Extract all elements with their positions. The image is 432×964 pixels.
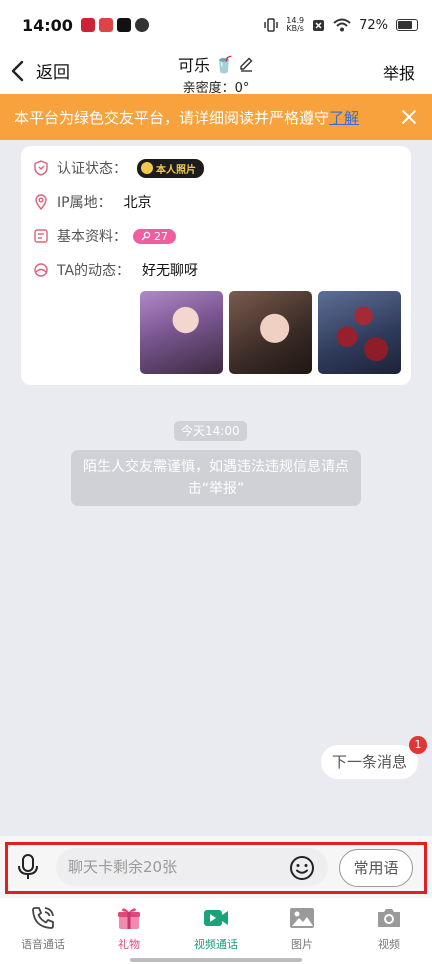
- report-button[interactable]: 举报: [383, 60, 415, 84]
- notice-text: 本平台为绿色交友平台，请详细阅读并严格遵守: [14, 108, 330, 127]
- auth-row: 认证状态： 本人照片: [33, 158, 204, 178]
- notice-banner: 本平台为绿色交友平台，请详细阅读并严格遵守 了解: [0, 94, 432, 140]
- auth-label: 认证状态：: [57, 161, 127, 177]
- app-notification-icon: [98, 18, 113, 32]
- chat-header: 返回 可乐 🥤 亲密度：0° 举报: [0, 50, 432, 96]
- contact-name: 可乐 🥤: [178, 52, 254, 76]
- status-time: 14:00: [22, 15, 73, 35]
- profile-card: 认证状态： 本人照片 IP属地： 北京 基本资料： 27 TA的动态： 好无聊呀: [21, 146, 411, 385]
- close-icon[interactable]: [400, 108, 418, 126]
- moments-photos: [140, 291, 401, 374]
- badge-dot: [141, 162, 153, 174]
- status-bar: 14:00 14.9 KB/s 72%: [0, 0, 432, 50]
- video-icon: [204, 910, 228, 926]
- tiktok-icon: [116, 18, 131, 32]
- voice-call-button[interactable]: 语音通话: [0, 904, 86, 952]
- moment-photo[interactable]: [140, 291, 223, 374]
- basic-label: 基本资料：: [57, 229, 127, 245]
- image-label: 图片: [291, 938, 313, 951]
- document-icon: [34, 229, 48, 243]
- moments-icon: [34, 263, 48, 277]
- system-message: 陌生人交友需谨慎，如遇违法违规信息请点击“举报”: [71, 450, 361, 506]
- image-button[interactable]: 图片: [259, 904, 345, 952]
- video-button[interactable]: 视频: [346, 904, 432, 952]
- app-notification-icon: [80, 18, 95, 32]
- moments-row: TA的动态： 好无聊呀: [33, 260, 198, 280]
- drink-emoji: 🥤: [214, 54, 234, 74]
- status-app-icons: [80, 18, 149, 32]
- gift-button[interactable]: 礼物: [86, 904, 172, 952]
- edit-icon[interactable]: [238, 56, 254, 72]
- moment-photo[interactable]: [229, 291, 312, 374]
- image-icon: [290, 908, 314, 928]
- wifi-icon: [333, 18, 351, 32]
- input-highlight-box: [5, 842, 427, 894]
- shield-icon: [34, 160, 48, 176]
- sim-icon: [313, 19, 325, 31]
- speed-unit: KB/s: [286, 24, 304, 33]
- age-value: 27: [154, 229, 168, 243]
- ip-label: IP属地：: [57, 195, 112, 211]
- unread-count-badge: 1: [409, 736, 427, 754]
- voice-call-label: 语音通话: [21, 938, 65, 951]
- real-photo-badge: 本人照片: [137, 158, 204, 178]
- notice-learn-more-link[interactable]: 了解: [329, 107, 359, 128]
- bottom-toolbar: 语音通话 礼物 视频通话 图片 视频: [0, 898, 432, 964]
- home-indicator[interactable]: [130, 958, 302, 962]
- real-photo-text: 本人照片: [156, 164, 196, 176]
- contact-name-text: 可乐: [178, 56, 211, 75]
- moments-label: TA的动态：: [57, 263, 131, 279]
- status-right: 14.9 KB/s 72%: [264, 17, 418, 33]
- video-call-button[interactable]: 视频通话: [173, 904, 259, 952]
- next-message-button[interactable]: 下一条消息: [321, 745, 418, 779]
- video-label: 视频: [378, 938, 400, 951]
- female-icon: [141, 231, 151, 241]
- app-notification-icon: [134, 18, 149, 32]
- network-speed: 14.9 KB/s: [286, 17, 304, 33]
- vibrate-icon: [264, 18, 279, 32]
- moment-photo[interactable]: [318, 291, 401, 374]
- moments-value: 好无聊呀: [142, 263, 199, 279]
- gift-label: 礼物: [118, 938, 140, 951]
- gift-icon: [118, 908, 140, 929]
- chat-timestamp: 今天14:00: [174, 421, 247, 441]
- phone-icon: [32, 907, 54, 929]
- video-call-label: 视频通话: [194, 938, 238, 951]
- age-badge: 27: [133, 228, 176, 244]
- camera-icon: [378, 909, 400, 927]
- location-icon: [35, 194, 47, 210]
- title-block: 可乐 🥤 亲密度：0°: [0, 50, 432, 96]
- battery-percent: 72%: [359, 17, 388, 33]
- battery-icon: [396, 19, 418, 31]
- ip-row: IP属地： 北京: [33, 192, 152, 212]
- basic-info-row: 基本资料： 27: [33, 226, 176, 246]
- ip-value: 北京: [123, 195, 152, 211]
